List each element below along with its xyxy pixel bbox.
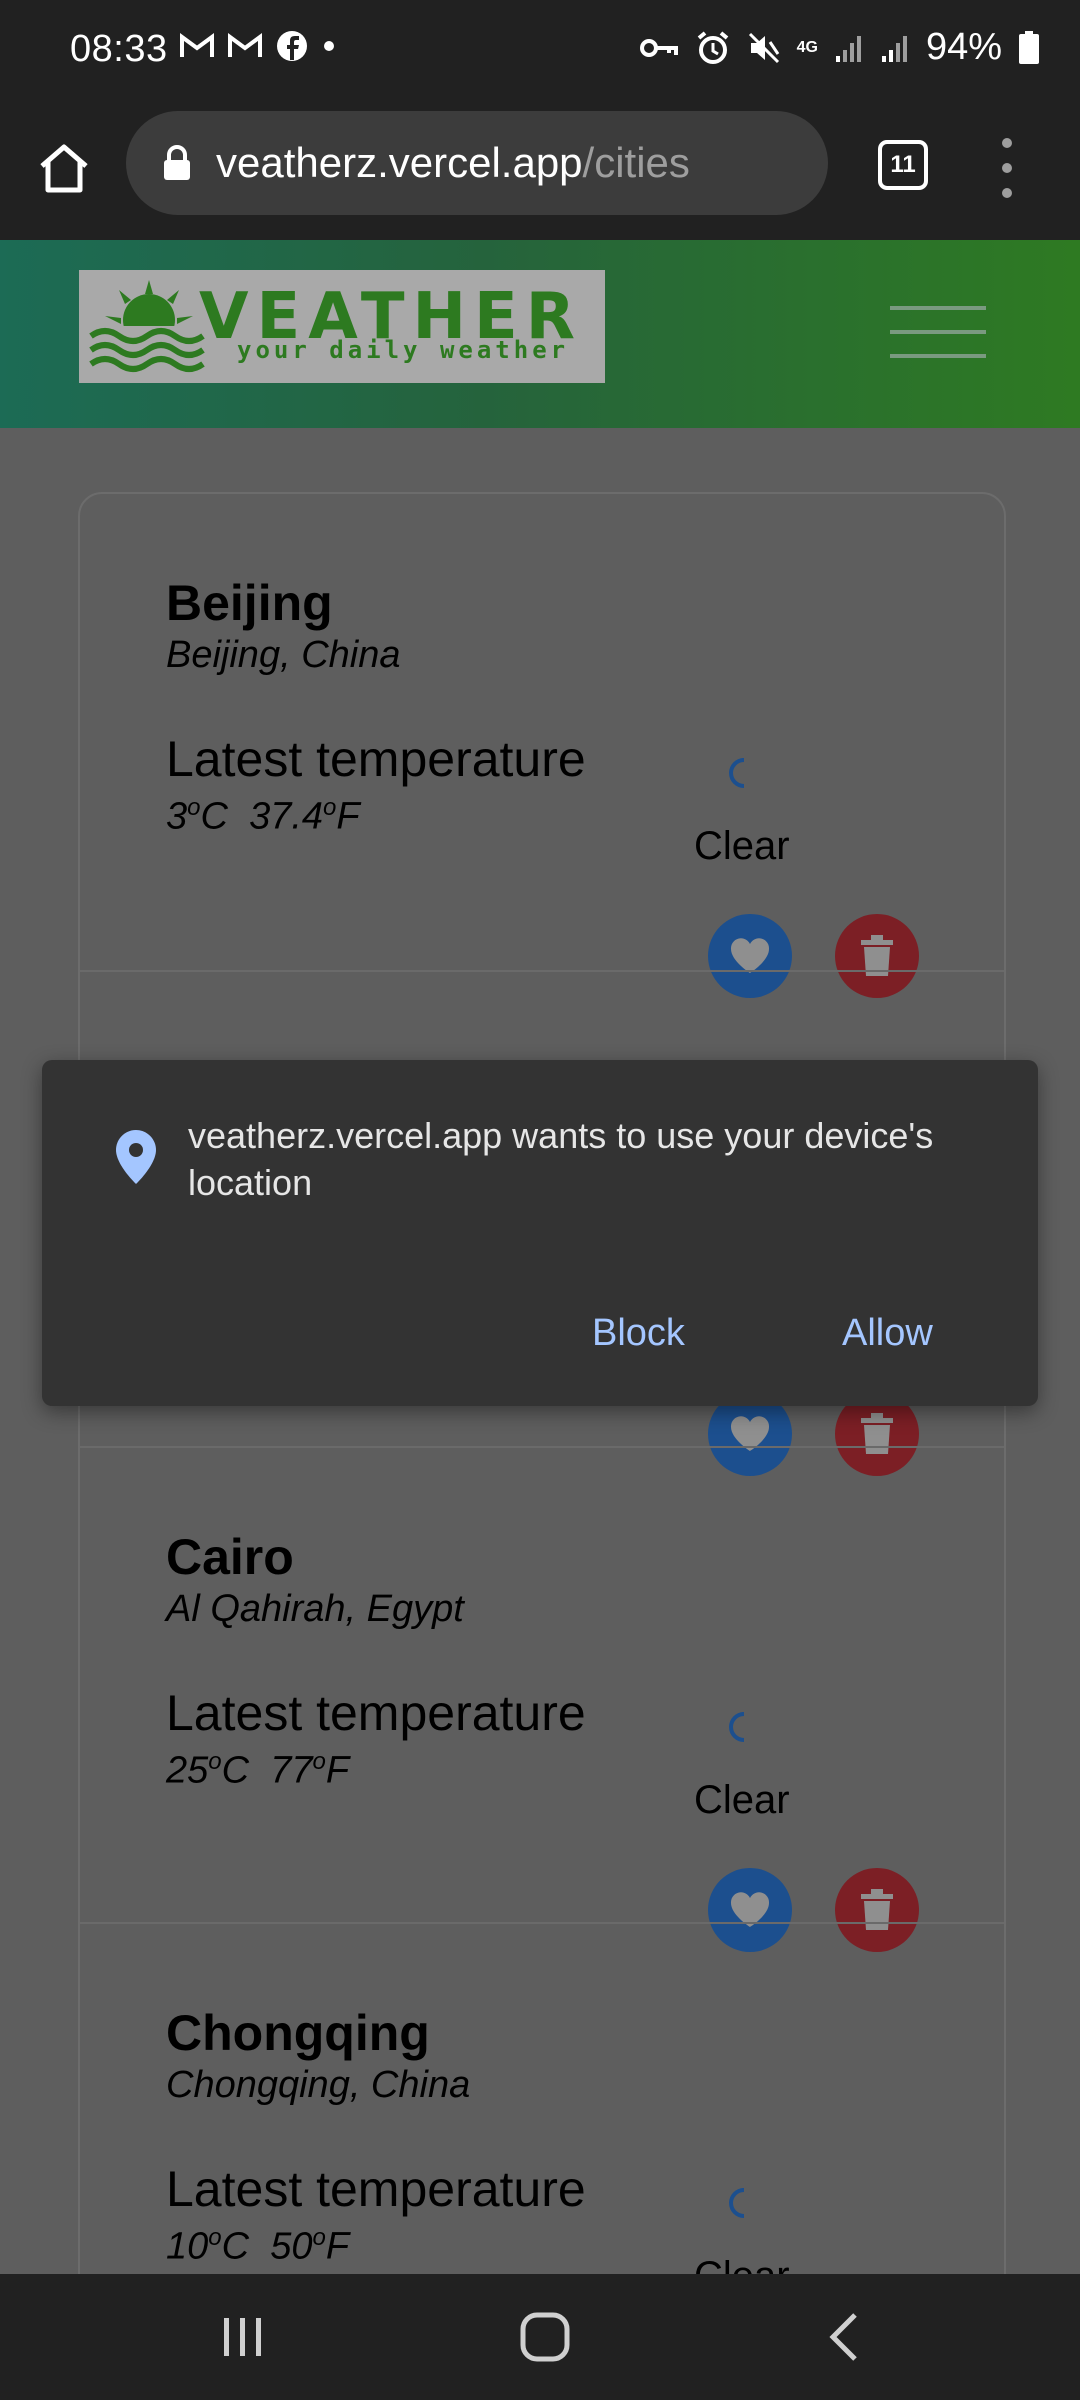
moon-icon [729,758,745,788]
moon-icon [729,1712,745,1742]
vpn-key-icon [639,38,678,57]
notification-icons [180,30,336,62]
temperature-values: 10oC 50oF [166,2224,350,2268]
temperature-values: 25oC 77oF [166,1748,350,1792]
gmail-icon [228,33,262,57]
location-permission-dialog: veatherz.vercel.app wants to use your de… [42,1060,1038,1406]
back-icon [829,2313,857,2361]
city-name: Beijing [166,575,333,631]
dialog-message: veatherz.vercel.app wants to use your de… [188,1115,934,1203]
battery-percentage: 94% [925,26,1002,68]
url-text: veatherz.vercel.app/cities [216,139,690,187]
weather-condition: Clear [694,1778,790,1822]
recent-apps-icon [224,2318,261,2356]
site-header: VEATHER your daily weather [0,240,1080,428]
home-nav-icon [520,2312,570,2362]
temp-celsius: 25 [166,1749,209,1792]
status-time: 08:33 [70,28,168,70]
block-button[interactable]: Block [582,1306,695,1361]
menu-dot-icon [1002,138,1012,148]
battery-icon [1019,30,1039,64]
address-bar[interactable]: veatherz.vercel.app/cities [126,111,828,215]
home-button[interactable] [34,138,94,198]
temp-fahrenheit: 77 [270,1749,313,1792]
browser-menu-button[interactable] [992,138,1022,198]
status-bar: 08:33 4G 94% [0,0,1080,108]
hamburger-line-icon [890,354,986,358]
menu-toggle-button[interactable] [890,306,986,358]
hamburger-line-icon [890,330,986,334]
hamburger-line-icon [890,306,986,310]
city-name: Cairo [166,1529,294,1585]
signal-icon [881,35,907,62]
mute-icon [748,32,779,63]
alarm-icon [697,30,728,64]
gmail-icon [180,33,214,57]
signal-icon [835,35,861,62]
recent-apps-button[interactable] [198,2304,288,2370]
city-item: Cairo Al Qahirah, Egypt Latest temperatu… [80,1446,1004,1952]
home-nav-button[interactable] [500,2304,590,2370]
city-region: Al Qahirah, Egypt [166,1588,464,1630]
logo-subtitle: your daily weather [237,336,570,364]
city-region: Chongqing, China [166,2064,471,2106]
menu-dot-icon [1002,188,1012,198]
url-host: veatherz.vercel.app [216,139,583,186]
tab-switcher-button[interactable]: 11 [878,140,928,190]
temperature-label: Latest temperature [166,731,586,787]
facebook-icon [277,31,307,61]
home-icon [40,144,88,193]
city-region: Beijing, China [166,634,401,676]
location-pin-icon [116,1130,156,1184]
city-item: Beijing Beijing, China Latest temperatur… [80,494,1004,998]
system-icons: 4G 94% [639,26,1040,69]
temp-celsius: 10 [166,2225,209,2268]
lock-icon [164,145,190,180]
temp-fahrenheit: 37.4 [249,795,324,838]
weather-condition: Clear [694,824,790,868]
dot-icon [324,41,334,51]
system-navigation-bar [0,2274,1080,2400]
cities-list: Beijing Beijing, China Latest temperatur… [78,492,1006,2356]
url-path: /cities [582,139,690,186]
moon-icon [729,2188,745,2218]
temperature-label: Latest temperature [166,1685,586,1741]
temp-fahrenheit: 50 [270,2225,313,2268]
city-name: Chongqing [166,2005,430,2061]
4g-icon: 4G [796,38,818,56]
site-logo[interactable]: VEATHER your daily weather [79,270,605,383]
temp-celsius: 3 [166,795,188,838]
temperature-label: Latest temperature [166,2161,586,2217]
back-button[interactable] [800,2304,890,2370]
temperature-values: 3oC 37.4oF [166,794,360,838]
menu-dot-icon [1002,163,1012,173]
allow-button[interactable]: Allow [832,1306,943,1361]
browser-toolbar: veatherz.vercel.app/cities 11 [0,108,1080,240]
